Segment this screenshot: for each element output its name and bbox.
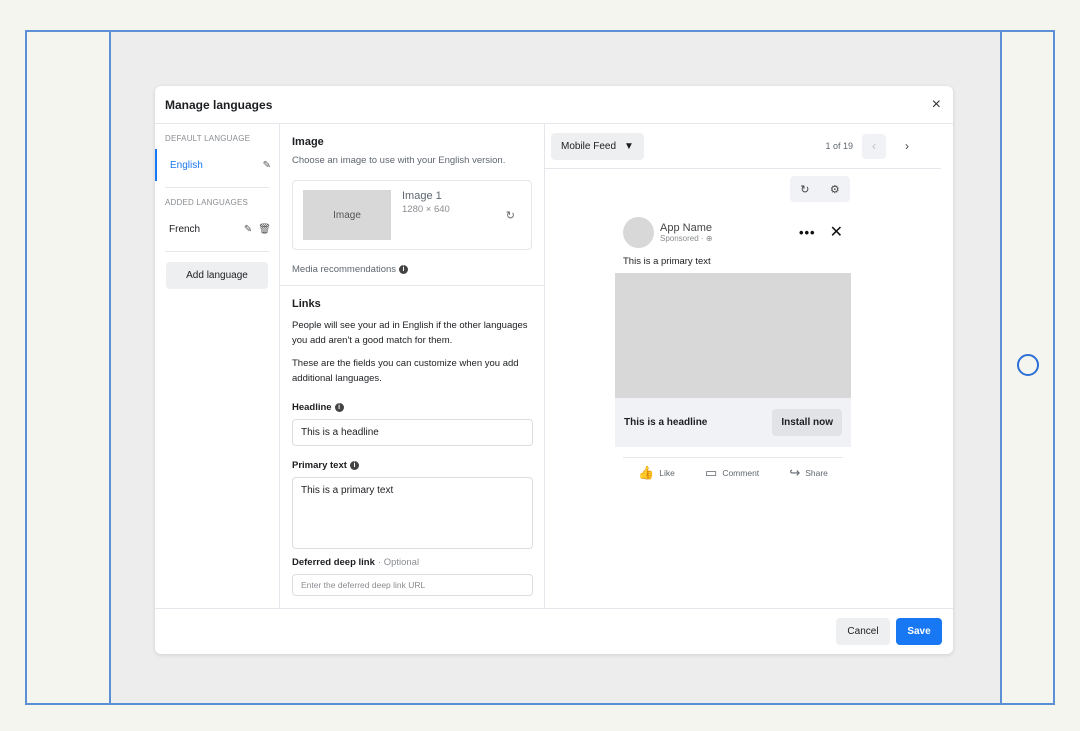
- post-headline: This is a headline: [624, 417, 708, 428]
- cancel-button[interactable]: Cancel: [836, 618, 890, 645]
- refresh-icon[interactable]: ↻: [800, 183, 809, 196]
- deeplink-label: Deferred deep link: [292, 557, 375, 568]
- sponsored-label: Sponsored ·: [660, 233, 706, 243]
- comment-icon: ▭: [705, 464, 718, 480]
- modal-body: DEFAULT LANGUAGE English ✎ ADDED LANGUAG…: [155, 124, 953, 608]
- image-section-title: Image: [292, 136, 324, 148]
- language-item-french[interactable]: French ✎ 🗑: [155, 213, 279, 245]
- divider: [165, 251, 269, 252]
- links-paragraph-1: People will see your ad in English if th…: [292, 320, 528, 346]
- frame-guide-right: [1000, 30, 1002, 705]
- divider: [165, 187, 269, 188]
- primary-text-label: Primary text: [292, 460, 347, 471]
- cta-bar: This is a headline Install now: [615, 398, 851, 447]
- headline-input[interactable]: This is a headline: [292, 419, 533, 446]
- info-icon[interactable]: i: [349, 461, 359, 470]
- add-language-button[interactable]: Add language: [166, 262, 268, 289]
- trash-icon[interactable]: 🗑: [258, 224, 271, 235]
- info-icon[interactable]: i: [399, 265, 409, 274]
- app-name: App Name: [660, 221, 712, 234]
- edit-panel: Image Choose an image to use with your E…: [280, 124, 545, 608]
- like-action[interactable]: 👍 Like: [638, 465, 675, 481]
- image-size: 1280 × 640: [402, 204, 450, 215]
- avatar: [623, 216, 654, 248]
- preview-tools: ↻ ⚙: [790, 176, 850, 202]
- languages-panel: DEFAULT LANGUAGE English ✎ ADDED LANGUAG…: [155, 124, 280, 608]
- added-languages-label: ADDED LANGUAGES: [165, 198, 249, 207]
- optional-tag: · Optional: [377, 557, 420, 568]
- pager-count: 1 of 19: [825, 141, 853, 151]
- ad-preview-post: App Name Sponsored · ⊕ ••• ✕ This is a p…: [615, 214, 851, 487]
- default-language-label: DEFAULT LANGUAGE: [165, 134, 251, 143]
- image-section: Image Choose an image to use with your E…: [280, 124, 544, 286]
- preview-panel: Mobile Feed ▼ 1 of 19 ‹ › ↻ ⚙ App Name S…: [545, 124, 953, 608]
- preview-toolbar: Mobile Feed ▼ 1 of 19 ‹ ›: [545, 124, 941, 169]
- close-icon[interactable]: ✕: [830, 222, 843, 242]
- bug-icon[interactable]: ⚙: [830, 183, 840, 196]
- links-section-title: Links: [292, 298, 321, 310]
- media-recommendations[interactable]: Media recommendations i: [292, 264, 532, 275]
- chevron-right-icon[interactable]: ›: [895, 134, 919, 159]
- links-paragraph-2: These are the fields you can customize w…: [292, 358, 519, 384]
- primary-text-input[interactable]: This is a primary text: [292, 477, 533, 549]
- install-now-button[interactable]: Install now: [772, 409, 842, 436]
- more-icon[interactable]: •••: [799, 225, 816, 240]
- replace-image-icon[interactable]: ↻: [506, 209, 515, 222]
- pager: 1 of 19 ‹ ›: [825, 133, 919, 159]
- pencil-icon[interactable]: ✎: [263, 160, 271, 171]
- headline-label: Headline: [292, 402, 332, 413]
- share-action[interactable]: ↪ Share: [789, 465, 828, 481]
- globe-icon: ⊕: [705, 233, 713, 243]
- language-name: French: [169, 223, 201, 235]
- close-icon[interactable]: ×: [932, 96, 941, 113]
- reactions-bar: 👍 Like ▭ Comment ↪ Share: [623, 457, 843, 487]
- language-name: English: [170, 159, 203, 171]
- links-section: Links People will see your ad in English…: [280, 286, 544, 596]
- modal-footer: Cancel Save: [155, 608, 953, 654]
- language-item-english[interactable]: English ✎: [155, 149, 279, 181]
- image-name: Image 1: [402, 190, 442, 202]
- image-thumbnail: Image: [303, 190, 391, 240]
- share-icon: ↪: [789, 464, 801, 480]
- modal-title: Manage languages: [165, 97, 273, 112]
- modal-header: Manage languages ×: [155, 86, 953, 124]
- manage-languages-modal: Manage languages × DEFAULT LANGUAGE Engl…: [155, 86, 953, 654]
- thumbs-up-icon: 👍: [638, 464, 655, 480]
- image-section-subtitle: Choose an image to use with your English…: [292, 155, 506, 166]
- save-button[interactable]: Save: [896, 618, 942, 645]
- placement-dropdown[interactable]: Mobile Feed ▼: [551, 132, 644, 160]
- pencil-icon[interactable]: ✎: [244, 224, 252, 235]
- post-primary-text: This is a primary text: [623, 256, 711, 267]
- deeplink-input[interactable]: Enter the deferred deep link URL: [292, 574, 533, 596]
- post-media: [615, 273, 851, 398]
- info-icon[interactable]: i: [334, 403, 344, 412]
- chevron-left-icon[interactable]: ‹: [862, 133, 886, 159]
- comment-action[interactable]: ▭ Comment: [705, 465, 759, 481]
- image-card[interactable]: Image Image 1 1280 × 640 ↻: [292, 180, 532, 250]
- caret-down-icon: ▼: [624, 140, 634, 152]
- scroll-handle[interactable]: [1017, 354, 1039, 376]
